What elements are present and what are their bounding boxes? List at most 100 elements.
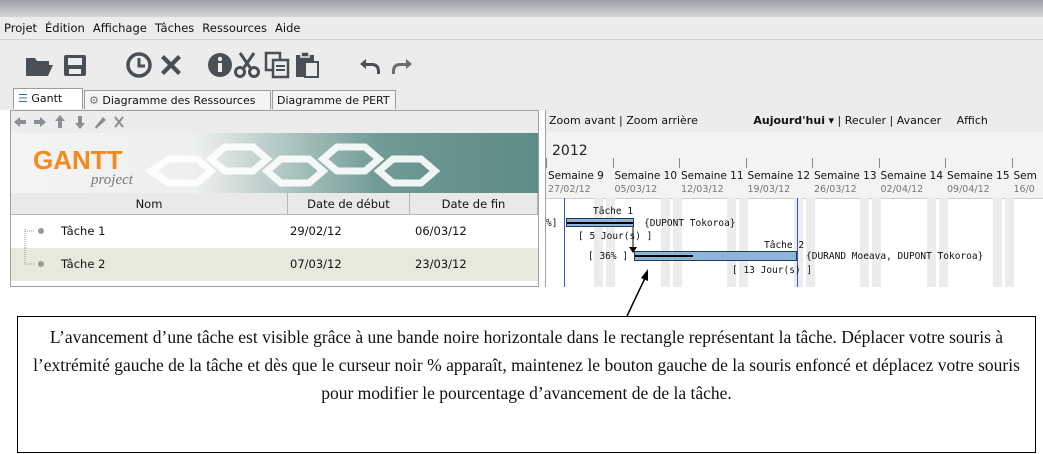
- week-tick: [812, 158, 813, 168]
- back-link[interactable]: Reculer: [845, 114, 886, 127]
- week-tick: [1011, 158, 1013, 168]
- week-label: Semaine 14: [880, 170, 944, 182]
- gantt-task-resources: {DURAND Moeava, DUPONT Tokoroa}: [806, 251, 984, 262]
- info-icon[interactable]: [205, 50, 235, 80]
- task-name[interactable]: Tâche 2: [61, 257, 105, 271]
- gantt-chart-pane: Zoom avant | Zoom arrière Aujourd'hui ▾ …: [545, 110, 1043, 287]
- menu-aide[interactable]: Aide: [271, 17, 304, 35]
- project-start-line: [564, 198, 565, 287]
- paste-icon[interactable]: [292, 50, 322, 80]
- tab-gantt-label: Gantt: [31, 92, 63, 105]
- gantt-progress-band[interactable]: [635, 255, 693, 257]
- year-label: 2012: [552, 143, 588, 159]
- weekend-stripe: [926, 198, 936, 287]
- table-row[interactable]: Tâche 1 29/02/12 06/03/12: [11, 215, 538, 248]
- task-end[interactable]: 23/03/12: [415, 257, 467, 271]
- callout-pointer-arrow: [626, 269, 648, 317]
- zoom-in-link[interactable]: Zoom avant: [549, 114, 615, 127]
- weekend-stripe: [672, 198, 682, 287]
- copy-icon[interactable]: [262, 50, 292, 80]
- move-up-icon: [55, 115, 65, 128]
- gantt-task-name: Tâche 2: [764, 240, 805, 251]
- column-header-start[interactable]: Date de début: [288, 193, 410, 215]
- weekend-stripe: [660, 198, 670, 287]
- gantt-progress-band[interactable]: [567, 222, 633, 224]
- week-date: 09/04/12: [947, 184, 990, 195]
- task-nav-icons[interactable]: [11, 111, 151, 133]
- clock-icon[interactable]: [124, 50, 154, 80]
- tab-gantt[interactable]: ☰ Gantt: [13, 88, 83, 109]
- view-tabs: ☰ Gantt ⚙ Diagramme des Ressources Diagr…: [0, 88, 1043, 110]
- week-tick: [546, 158, 547, 168]
- week-label: Semaine 10: [614, 170, 678, 182]
- week-label: Semaine 12: [747, 170, 811, 182]
- delete-icon[interactable]: [156, 50, 186, 80]
- week-tick: [745, 158, 747, 168]
- tree-connector-icon: [24, 228, 44, 248]
- week-tick: [679, 158, 680, 168]
- save-icon[interactable]: [60, 50, 90, 80]
- gantt-task-resources: {DUPONT Tokoroa}: [644, 218, 736, 229]
- menu-taches[interactable]: Tâches: [151, 17, 198, 35]
- menu-affichage[interactable]: Affichage: [89, 17, 151, 35]
- week-tick: [612, 158, 614, 168]
- logo-sub-text: project: [90, 172, 134, 188]
- gantt-toolbar: Zoom avant | Zoom arrière Aujourd'hui ▾ …: [546, 110, 1043, 132]
- menu-ressources[interactable]: Ressources: [198, 17, 271, 35]
- week-date: 05/03/12: [614, 184, 658, 195]
- week-date: 16/0: [1013, 184, 1035, 195]
- task-table-pane: GANTT project Nom Date de début Date de …: [10, 110, 539, 287]
- week-tick: [878, 158, 880, 168]
- task-name[interactable]: Tâche 1: [61, 224, 105, 238]
- menu-projet[interactable]: Projet: [0, 17, 41, 35]
- zoom-out-link[interactable]: Zoom arrière: [626, 114, 698, 127]
- menu-bar: Projet Édition Affichage Tâches Ressources Ai…: [0, 17, 1043, 40]
- task-start[interactable]: 29/02/12: [290, 224, 342, 238]
- gantt-progress-label: %]: [546, 218, 558, 229]
- chevron-down-icon[interactable]: ▾: [828, 114, 834, 127]
- display-link[interactable]: Affich: [957, 114, 988, 127]
- tab-pert-label: Diagramme de PERT: [277, 94, 390, 107]
- weekend-stripe: [938, 198, 948, 287]
- toolbar: [0, 40, 1043, 88]
- cut-icon[interactable]: [232, 50, 262, 80]
- today-dropdown[interactable]: Aujourd'hui: [753, 114, 825, 127]
- tab-pert[interactable]: Diagramme de PERT: [272, 90, 396, 109]
- task-start[interactable]: 07/03/12: [290, 257, 342, 271]
- week-tick: [945, 158, 946, 168]
- gantt-task-bar[interactable]: [566, 218, 634, 227]
- weekend-stripe: [993, 198, 1002, 287]
- separator: |: [837, 114, 845, 127]
- task-end[interactable]: 06/03/12: [415, 224, 467, 238]
- week-date: 19/03/12: [747, 184, 791, 195]
- explanation-callout: L’avancement d’une tâche est visible grâ…: [17, 316, 1036, 453]
- gantt-tab-icon: ☰: [18, 92, 28, 105]
- gantt-progress-label: [ 36% ]: [588, 251, 629, 262]
- gantt-task-bar[interactable]: [634, 251, 797, 261]
- week-date: 12/03/12: [681, 184, 724, 195]
- weekend-stripe: [1005, 198, 1014, 287]
- gantt-task-name: Tâche 1: [593, 206, 634, 217]
- week-label: Semaine 13: [814, 170, 877, 182]
- window-top-strip: [0, 0, 1043, 17]
- move-down-icon: [75, 116, 85, 129]
- gantt-task-duration: [ 13 Jour(s) ]: [732, 265, 813, 276]
- menu-edition[interactable]: Édition: [41, 17, 89, 35]
- gantt-task-duration: [ 5 Jour(s) ]: [578, 231, 653, 242]
- week-date: 26/03/12: [814, 184, 857, 195]
- forward-link[interactable]: Avancer: [897, 114, 941, 127]
- tab-resources[interactable]: ⚙ Diagramme des Ressources: [84, 90, 271, 109]
- open-folder-icon[interactable]: [24, 50, 54, 80]
- redo-icon[interactable]: [386, 50, 416, 80]
- week-label: Semaine 9: [548, 170, 604, 182]
- column-header-name[interactable]: Nom: [11, 193, 288, 215]
- separator: |: [889, 114, 897, 127]
- resources-tab-icon: ⚙: [89, 94, 99, 107]
- timeline-year: 2012: [546, 132, 1043, 168]
- week-label: Sem: [1013, 170, 1037, 182]
- column-header-end[interactable]: Date de fin: [410, 193, 538, 215]
- table-row[interactable]: Tâche 2 07/03/12 23/03/12: [11, 248, 538, 281]
- timeline-weeks: Semaine 9 27/02/12 Semaine 10 05/03/12 Semai…: [546, 158, 1043, 199]
- task-tools: [11, 111, 538, 133]
- undo-icon[interactable]: [356, 50, 386, 80]
